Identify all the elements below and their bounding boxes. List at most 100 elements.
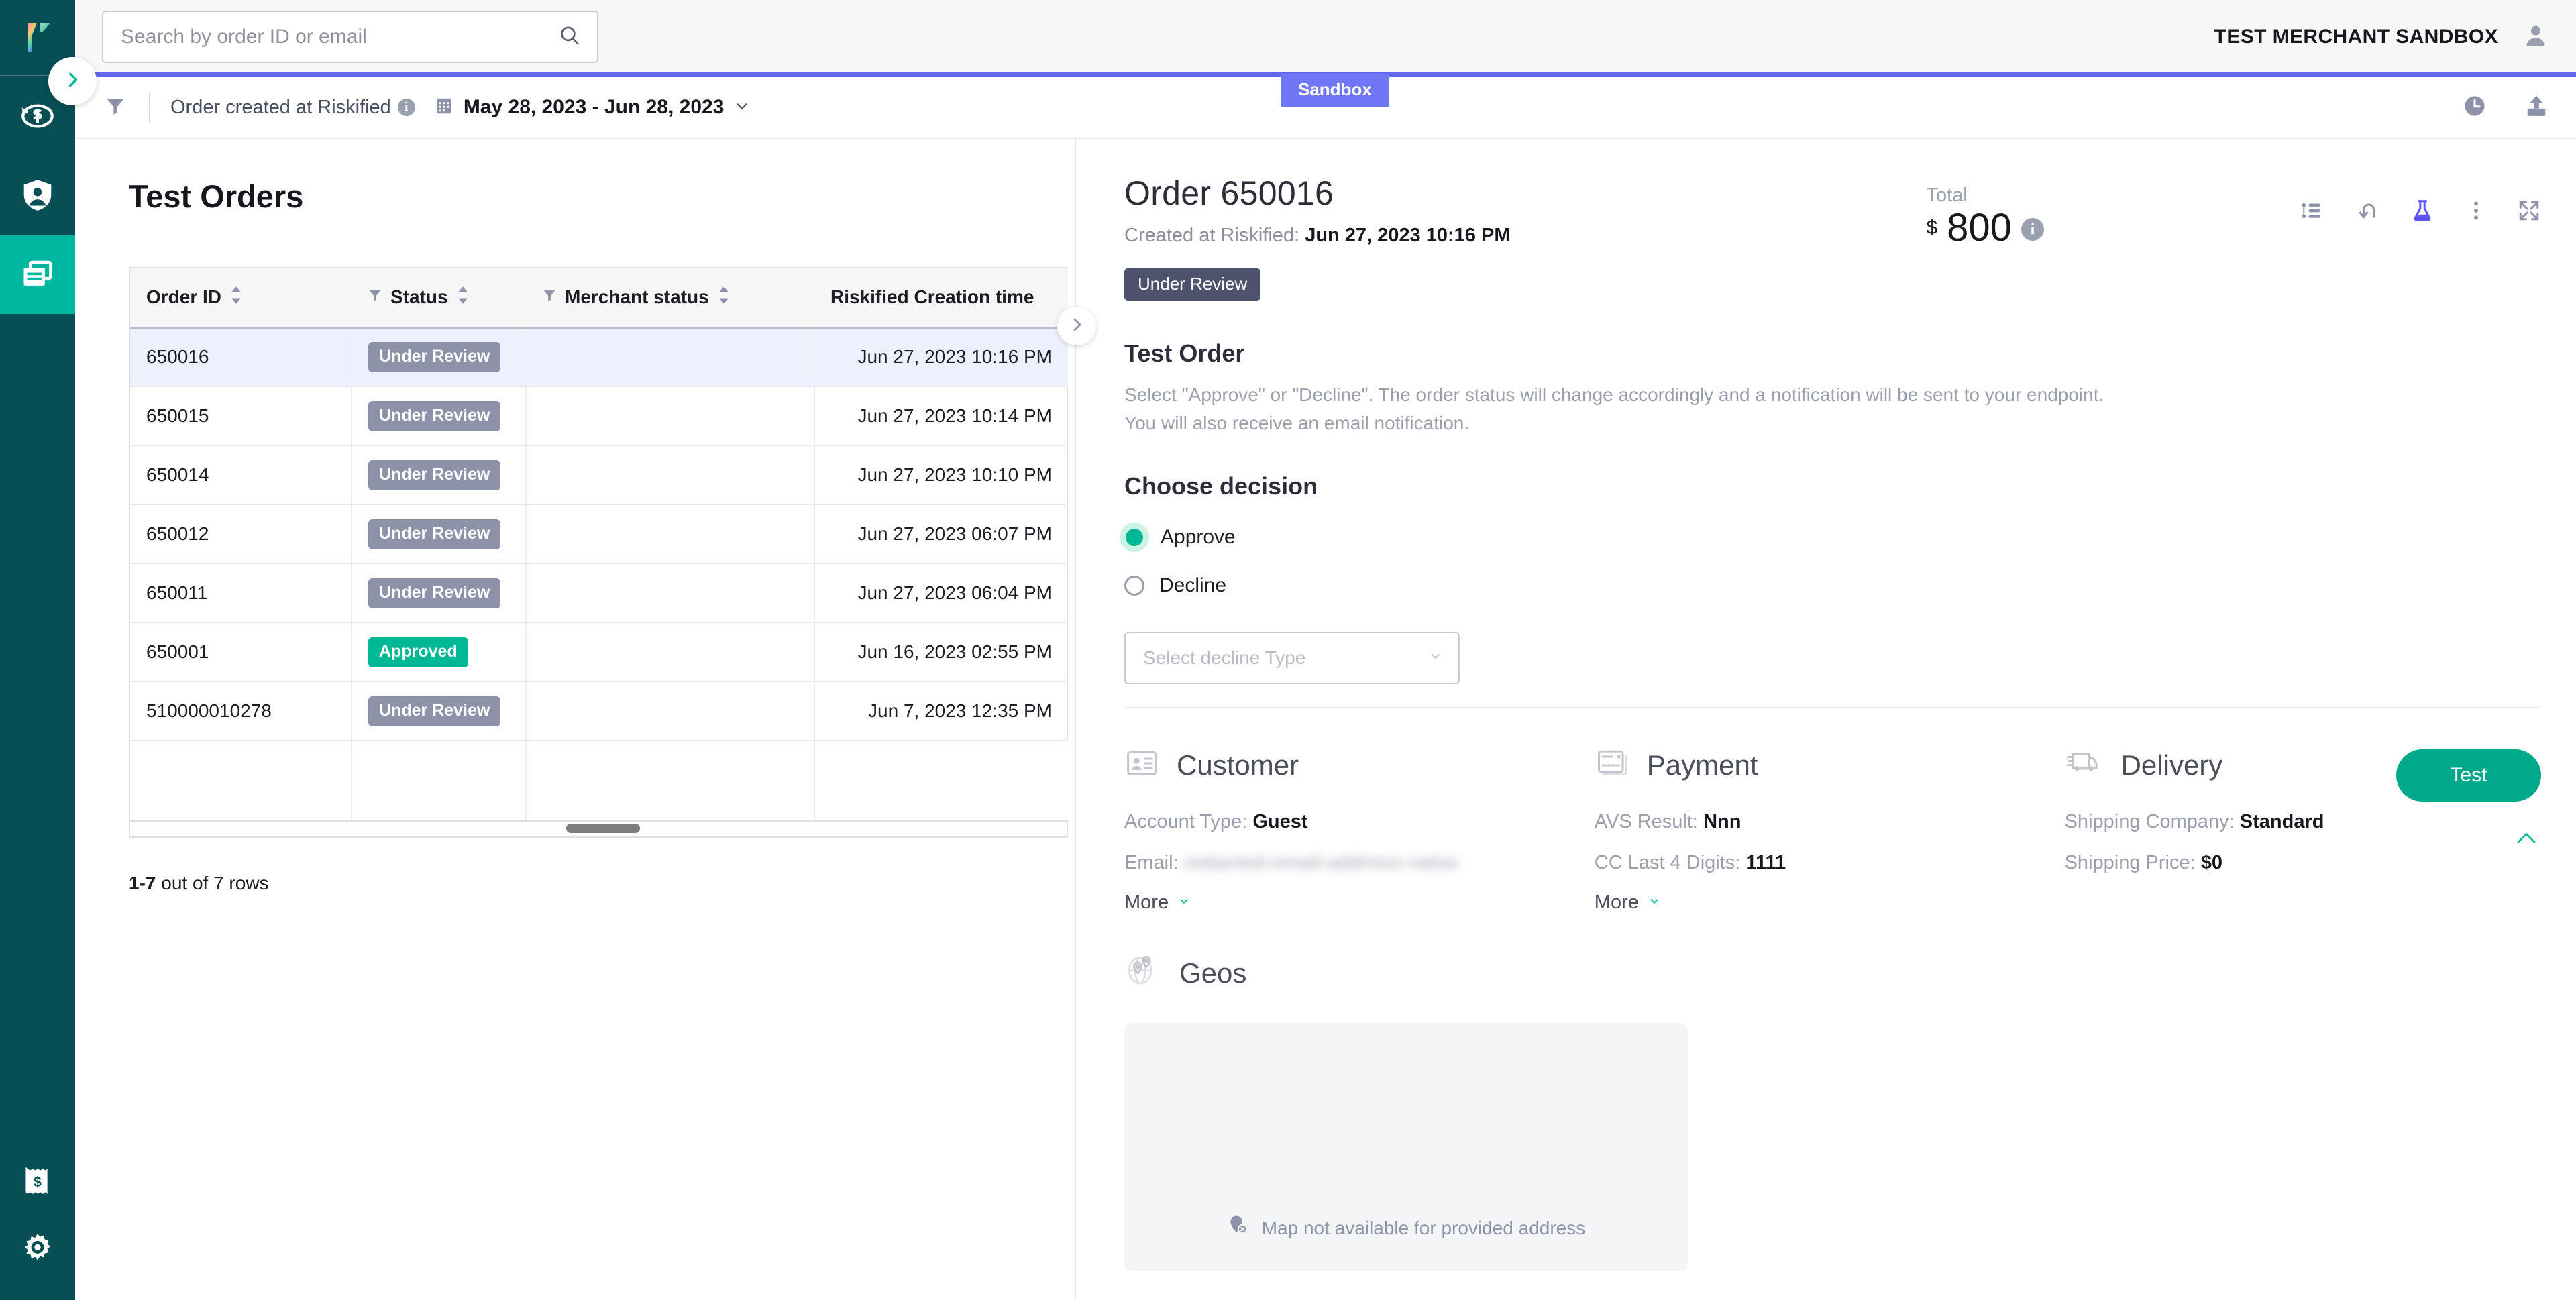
pane-resize-handle[interactable] [1057,307,1096,345]
account-type-label: Account Type: [1124,811,1248,832]
funnel-icon[interactable] [368,286,382,308]
sort-icon[interactable] [456,285,470,310]
sort-icon[interactable] [717,285,731,310]
radio-approve-indicator[interactable] [1126,529,1143,546]
cell-merchant-status [526,504,815,564]
column-header-creation-time[interactable]: Riskified Creation time [814,268,1068,329]
cell-creation-time: Jun 27, 2023 06:04 PM [814,563,1068,623]
sidebar-item-orders[interactable] [0,235,75,314]
map-placeholder[interactable]: Map not available for provided address [1124,1023,1688,1271]
total-amount: 800 [1947,206,2012,250]
rows-count-range: 1-7 [129,873,156,893]
user-avatar-icon[interactable] [2522,22,2549,52]
status-badge: Under Review [1124,268,1261,301]
expand-icon[interactable] [2517,199,2541,223]
table-horizontal-scrollbar[interactable] [130,822,1067,836]
more-vertical-icon[interactable] [2466,199,2486,223]
delivery-price: Shipping Price: $0 [2065,852,2541,874]
column-header-merchant-status[interactable]: Merchant status [526,268,814,329]
orders-list-pane: Test Orders Order ID Status Merchant sta… [75,139,1076,1300]
scrollbar-thumb[interactable] [566,824,640,833]
filter-label[interactable]: Order created at Riskified [170,97,391,119]
test-button[interactable]: Test [2396,749,2541,802]
table-row[interactable]: 650012 Under Review Jun 27, 2023 06:07 PM [130,504,1068,564]
cell-merchant-status [526,563,815,623]
info-icon[interactable]: i [397,99,415,116]
orders-list-icon [18,255,57,294]
timeline-icon[interactable] [2300,199,2324,223]
rows-count: 1-7 out of 7 rows [129,873,1075,894]
page-title: Test Orders [129,178,304,214]
table-row[interactable]: 650016 Under Review Jun 27, 2023 10:16 PM [130,327,1068,387]
gear-icon [19,1230,56,1266]
status-badge: Under Review [368,578,501,608]
clock-history-icon[interactable] [2462,93,2487,122]
radio-decline-indicator[interactable] [1124,576,1144,596]
column-header-order-id[interactable]: Order ID [130,268,352,329]
map-unavailable-text: Map not available for provided address [1261,1217,1586,1238]
delivery-company: Shipping Company: Standard [2065,811,2541,833]
cell-status: Under Review [352,682,527,741]
upload-export-icon[interactable] [2524,93,2549,122]
avs-label: AVS Result: [1594,811,1698,832]
credit-card-icon [1595,746,1629,784]
sidebar-item-billing[interactable]: $ [0,1142,75,1221]
test-order-title: Test Order [1124,339,1245,367]
payment-avs: AVS Result: Nnn [1595,811,2065,833]
column-header-status[interactable]: Status [352,268,526,329]
funnel-icon[interactable] [542,286,557,308]
sidebar-item-account-protection[interactable] [0,156,75,235]
status-badge: Under Review [368,696,501,726]
table-row[interactable]: 650001 Approved Jun 16, 2023 02:55 PM [130,622,1068,682]
receipt-dollar-icon: $ [19,1163,56,1199]
geos-card-header: Geos [1124,954,2541,992]
radio-decline-label: Decline [1159,574,1227,596]
content-area: Test Orders Order ID Status Merchant sta… [75,139,2576,1300]
table-row[interactable]: 650014 Under Review Jun 27, 2023 10:10 PM [130,445,1068,505]
search-box[interactable] [102,11,598,63]
customer-card: Customer Account Type: Guest Email: reda… [1124,746,1595,914]
table-row[interactable]: 650011 Under Review Jun 27, 2023 06:04 PM [130,563,1068,623]
cell-order-id: 650001 [130,622,352,682]
info-icon[interactable]: i [2021,218,2044,241]
map-unavailable-message: Map not available for provided address [1124,1214,1688,1242]
section-divider [1124,707,2541,708]
customer-more-toggle[interactable]: More [1124,891,1191,914]
undo-arrow-icon[interactable] [2355,199,2379,223]
detail-header: Order 650016 Created at Riskified: Jun 2… [1124,174,2541,301]
cell-status: Under Review [352,327,527,387]
table-body: 650016 Under Review Jun 27, 2023 10:16 PM 6… [130,327,1068,822]
radio-option-approve[interactable]: Approve [1124,526,2541,549]
funnel-icon[interactable] [105,95,126,120]
order-total: Total $ 800 i [1926,184,2044,250]
created-value: Jun 27, 2023 10:16 PM [1305,225,1511,246]
cell-order-id: 650016 [130,327,352,387]
status-badge: Under Review [368,341,501,372]
decline-type-select[interactable]: Select decline Type [1124,632,1460,684]
test-order-description: Select "Approve" or "Decline". The order… [1124,384,2104,433]
table-empty-row [130,741,1068,822]
sort-icon[interactable] [229,285,243,310]
cell-merchant-status [526,682,815,741]
collapse-section-button[interactable] [2516,831,2537,849]
avs-value: Nnn [1703,811,1741,832]
customer-card-title: Customer [1177,749,1299,781]
payment-more-toggle[interactable]: More [1595,891,1662,914]
flask-test-icon[interactable] [2410,198,2435,223]
total-value-row: $ 800 i [1926,206,2044,250]
chevron-down-icon [1428,647,1444,669]
expand-sidebar-button[interactable] [48,57,97,105]
search-icon[interactable] [558,24,581,50]
search-input[interactable] [103,12,597,62]
sidebar-item-settings[interactable] [0,1221,75,1300]
column-label-merchant-status: Merchant status [565,286,709,308]
date-range-picker[interactable]: May 28, 2023 - Jun 28, 2023 [434,95,751,120]
customer-card-header: Customer [1124,746,1595,784]
table-row[interactable]: 510000010278 Under Review Jun 7, 2023 12:3… [130,682,1068,741]
radio-option-decline[interactable]: Decline [1124,574,2541,597]
email-label: Email: [1124,852,1179,873]
table-row[interactable]: 650015 Under Review Jun 27, 2023 10:14 PM [130,386,1068,446]
cc-value: 1111 [1746,852,1786,873]
payment-more-label: More [1594,891,1639,913]
column-label-order-id: Order ID [146,286,222,308]
